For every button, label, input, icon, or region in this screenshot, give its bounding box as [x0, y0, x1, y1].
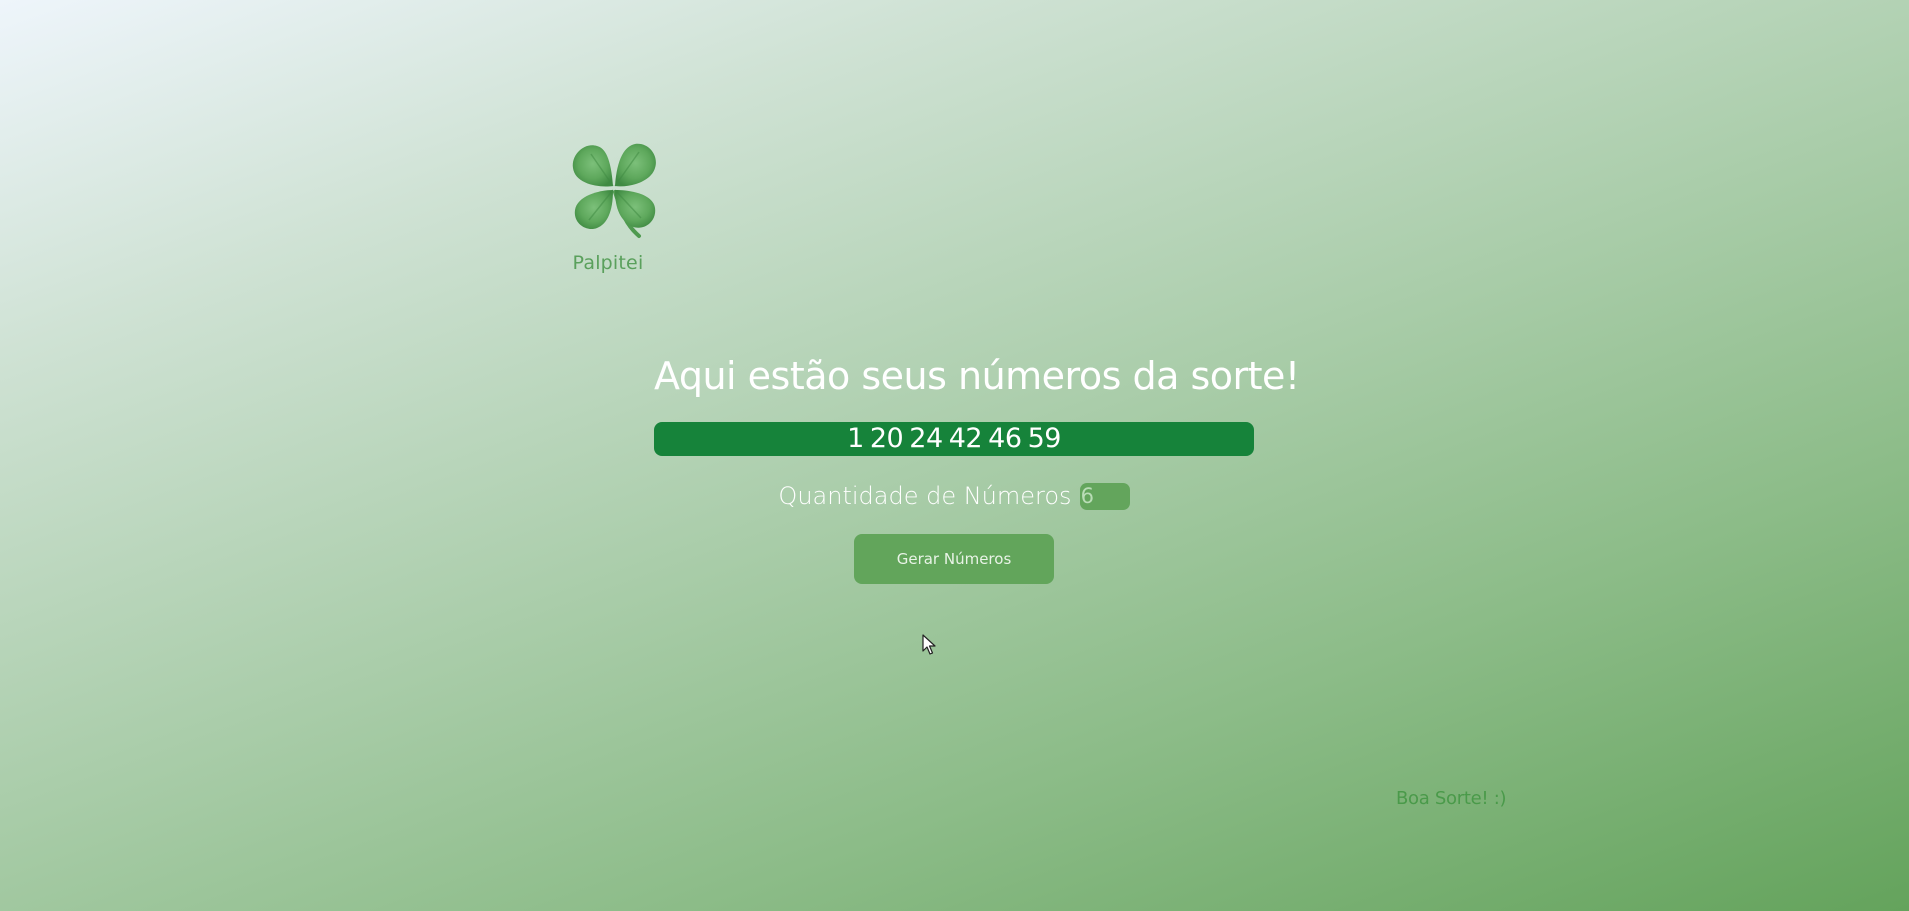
quantity-input[interactable]: [1079, 482, 1130, 510]
four-leaf-clover-icon: [572, 143, 656, 238]
generate-numbers-button[interactable]: Gerar Números: [854, 534, 1054, 584]
logo-label: Palpitei: [572, 252, 644, 274]
quantity-label: Quantidade de Números: [778, 482, 1072, 510]
good-luck-message: Boa Sorte! :): [1396, 788, 1507, 809]
main-panel: Aqui estão seus números da sorte! 1 20 2…: [654, 352, 1300, 584]
logo: Palpitei: [568, 140, 660, 274]
mouse-cursor-icon: [922, 634, 936, 655]
lucky-numbers-display: 1 20 24 42 46 59: [654, 422, 1254, 456]
page-title: Aqui estão seus números da sorte!: [654, 354, 1300, 398]
quantity-row: Quantidade de Números: [654, 482, 1254, 510]
